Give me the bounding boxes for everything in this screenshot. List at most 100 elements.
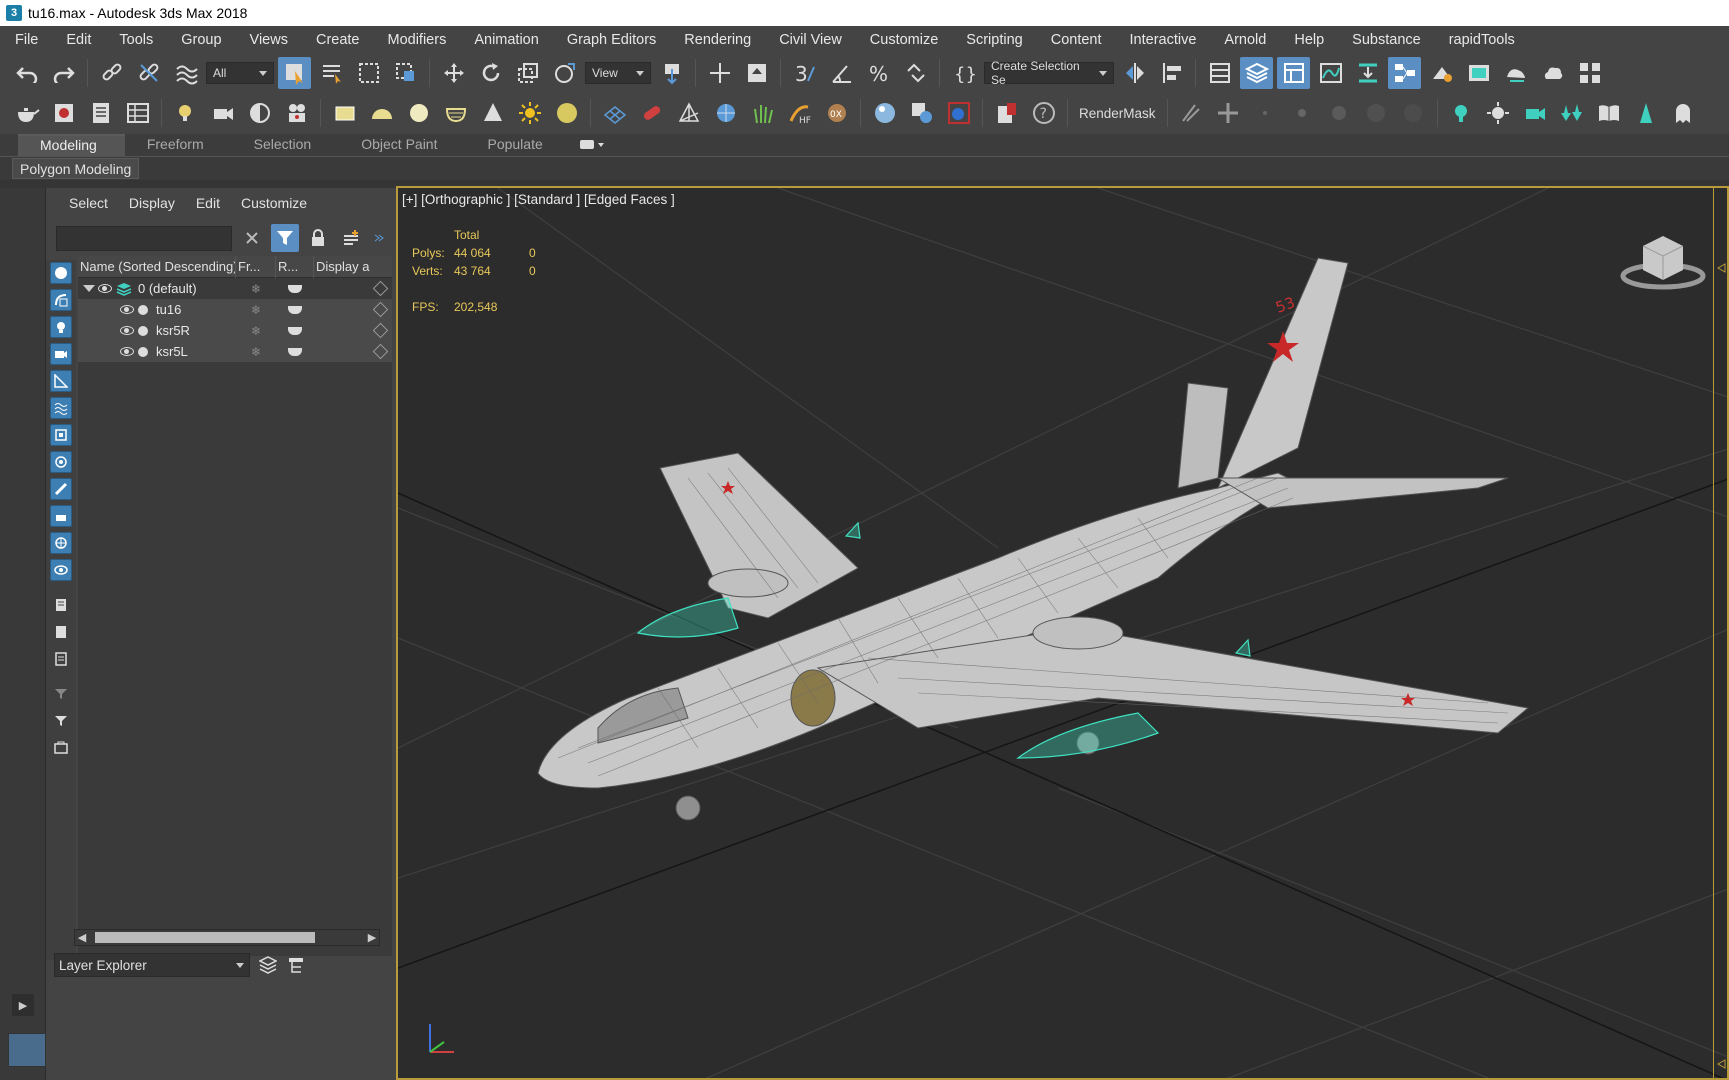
menu-scripting[interactable]: Scripting [951, 32, 1035, 48]
ribbon-toggle-icon[interactable] [1277, 57, 1310, 89]
display-mode-icon[interactable] [314, 341, 392, 362]
move-icon[interactable] [437, 57, 470, 89]
object-row-tu16[interactable]: tu16 ❄ [78, 299, 392, 320]
tab-modeling[interactable]: Modeling [18, 134, 125, 156]
expand-panel-button[interactable]: ▶ [12, 994, 34, 1016]
display-mode-icon[interactable] [314, 278, 392, 299]
mesh-object-icon[interactable] [672, 97, 705, 129]
display-containers-icon[interactable] [48, 503, 74, 528]
render-region-icon[interactable] [942, 97, 975, 129]
table-icon[interactable] [121, 97, 154, 129]
render-in-cloud-icon[interactable] [1536, 57, 1569, 89]
scene-explorer-toggle-icon[interactable] [1203, 57, 1236, 89]
book-icon[interactable] [1593, 97, 1626, 129]
column-frozen[interactable]: Fr... [236, 255, 276, 278]
display-mode-icon[interactable] [314, 320, 392, 341]
visibility-eye-icon[interactable] [120, 299, 138, 320]
rect-selection-region-icon[interactable] [352, 57, 385, 89]
menu-graph-editors[interactable]: Graph Editors [552, 32, 669, 48]
tab-freeform[interactable]: Freeform [125, 134, 232, 156]
viewport-label[interactable]: [+] [Orthographic ] [Standard ] [Edged F… [402, 192, 675, 207]
freeze-icon[interactable]: ❄ [236, 320, 276, 341]
ghost-icon[interactable] [1667, 97, 1700, 129]
menu-animation[interactable]: Animation [459, 32, 551, 48]
rendermask-label[interactable]: RenderMask [1075, 106, 1160, 121]
teapot-icon[interactable] [10, 97, 43, 129]
freeze-icon[interactable]: ❄ [236, 278, 276, 299]
menu-civil-view[interactable]: Civil View [764, 32, 855, 48]
rendered-frame-window-icon[interactable] [1462, 57, 1495, 89]
sort-by-hierarchy-icon[interactable] [284, 953, 308, 977]
menu-tools[interactable]: Tools [104, 32, 166, 48]
box-primitive-icon[interactable] [328, 97, 361, 129]
select-by-name-icon[interactable] [315, 57, 348, 89]
pivot-center-icon[interactable] [655, 57, 688, 89]
display-hidden-icon[interactable] [48, 557, 74, 582]
render-teapot-icon[interactable] [276, 299, 314, 320]
visibility-eye-icon[interactable] [98, 278, 116, 299]
sheet-icon[interactable] [84, 97, 117, 129]
render-teapot-icon[interactable] [276, 341, 314, 362]
freeze-icon[interactable]: ❄ [236, 299, 276, 320]
clear-search-icon[interactable] [238, 224, 266, 252]
rotate-icon[interactable] [474, 57, 507, 89]
menu-modifiers[interactable]: Modifiers [373, 32, 460, 48]
display-shapes-icon[interactable] [48, 287, 74, 312]
sun-light-icon[interactable] [513, 97, 546, 129]
texture-ball-icon[interactable]: 0X [820, 97, 853, 129]
placement-icon[interactable] [548, 57, 581, 89]
menu-interactive[interactable]: Interactive [1115, 32, 1210, 48]
menu-edit[interactable]: Edit [51, 32, 104, 48]
explorer-menu-customize[interactable]: Customize [241, 195, 307, 211]
menu-substance[interactable]: Substance [1337, 32, 1434, 48]
sphere-primitive-icon[interactable] [402, 97, 435, 129]
light-bulb-icon[interactable] [1445, 97, 1478, 129]
display-geometry-icon[interactable] [48, 260, 74, 285]
selection-filter-dropdown[interactable]: All [206, 62, 274, 84]
tab-selection[interactable]: Selection [232, 134, 340, 156]
half-sphere-icon[interactable] [243, 97, 276, 129]
menu-group[interactable]: Group [166, 32, 234, 48]
column-display[interactable]: Display a [314, 256, 392, 278]
display-bones-icon[interactable] [48, 476, 74, 501]
display-groups-icon[interactable] [48, 422, 74, 447]
display-none-icon[interactable] [48, 619, 74, 644]
bowl-primitive-icon[interactable] [439, 97, 472, 129]
align-icon[interactable] [1155, 57, 1188, 89]
reference-coordinate-dropdown[interactable]: View [585, 62, 651, 84]
ribbon-options-icon[interactable] [571, 134, 613, 156]
link-icon[interactable] [95, 57, 128, 89]
asset-tracking-icon[interactable] [990, 97, 1023, 129]
spinner-snap-icon[interactable] [899, 57, 932, 89]
render-production-icon[interactable] [1499, 57, 1532, 89]
scroll-left-icon[interactable]: ◀ [75, 930, 89, 945]
hair-fur-icon[interactable]: HF [783, 97, 816, 129]
filter-on-icon[interactable] [48, 708, 74, 733]
add-layer-icon[interactable] [337, 224, 365, 252]
menu-arnold[interactable]: Arnold [1209, 32, 1279, 48]
expand-toolbar-icon[interactable] [370, 224, 388, 252]
bind-spacewarp-icon[interactable] [169, 57, 202, 89]
glass-sphere-icon[interactable] [868, 97, 901, 129]
display-all-icon[interactable] [48, 592, 74, 617]
select-object-icon[interactable] [278, 57, 311, 89]
selection-set-icon[interactable] [48, 735, 74, 760]
large-dot-icon[interactable] [1323, 97, 1356, 129]
edit-named-selection-icon[interactable]: {} [947, 57, 980, 89]
visibility-eye-icon[interactable] [120, 341, 138, 362]
camera-icon[interactable] [1519, 97, 1552, 129]
snaps-toggle-icon[interactable]: 3 [788, 57, 821, 89]
menu-rapidtools[interactable]: rapidTools [1434, 32, 1528, 48]
grid-plane-icon[interactable] [598, 97, 631, 129]
tab-object-paint[interactable]: Object Paint [339, 134, 465, 156]
layer-row-default[interactable]: 0 (default) ❄ [78, 278, 392, 299]
menu-views[interactable]: Views [235, 32, 301, 48]
scene-converter-icon[interactable] [905, 97, 938, 129]
trees-icon[interactable] [1556, 97, 1589, 129]
dope-sheet-icon[interactable] [1351, 57, 1384, 89]
schematic-view-icon[interactable] [1388, 57, 1421, 89]
keyboard-shortcut-override-icon[interactable] [740, 57, 773, 89]
ice-shard-icon[interactable] [1630, 97, 1663, 129]
mirror-icon[interactable] [1118, 57, 1151, 89]
explorer-search-input[interactable] [56, 226, 232, 251]
